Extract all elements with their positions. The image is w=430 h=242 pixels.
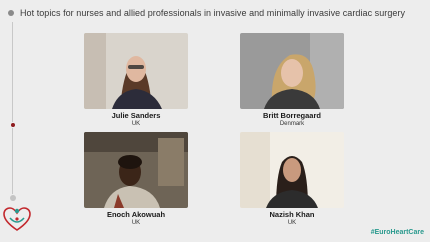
hashtag-label: #EuroHeartCare (370, 229, 424, 236)
session-title: Hot topics for nurses and allied profess… (20, 8, 406, 18)
participant-name: Britt Borregaard (263, 111, 321, 120)
participant-name: Julie Sanders (111, 111, 161, 120)
side-divider-line (12, 22, 13, 122)
video-feed-julie (84, 33, 188, 109)
participant-tile-enoch-akowuah[interactable]: Enoch Akowuah UK (84, 132, 188, 227)
side-marker-grey-dot (9, 195, 16, 201)
side-divider-line-lower (12, 128, 13, 194)
participant-name: Nazish Khan (269, 210, 315, 219)
euroheartcare-logo-icon (3, 207, 31, 231)
participant-video (240, 132, 344, 208)
bullet-dot-icon (8, 10, 14, 16)
participant-country: UK (131, 220, 141, 226)
participant-tile-julie-sanders[interactable]: Julie Sanders UK (84, 33, 188, 128)
side-marker-red-dot (10, 123, 15, 127)
video-feed-enoch (84, 132, 188, 208)
participant-tile-britt-borregaard[interactable]: Britt Borregaard Denmark (240, 33, 344, 128)
participant-video (84, 132, 188, 208)
participant-country: Denmark (279, 121, 305, 127)
participant-tile-nazish-khan[interactable]: Nazish Khan UK (240, 132, 344, 227)
slide-header: Hot topics for nurses and allied profess… (8, 6, 405, 20)
participant-name: Enoch Akowuah (106, 210, 166, 219)
video-feed-britt (240, 33, 344, 109)
participant-video (84, 33, 188, 109)
participant-country: UK (287, 220, 297, 226)
participant-video (240, 33, 344, 109)
video-feed-nazish (240, 132, 344, 208)
participant-country: UK (131, 121, 141, 127)
